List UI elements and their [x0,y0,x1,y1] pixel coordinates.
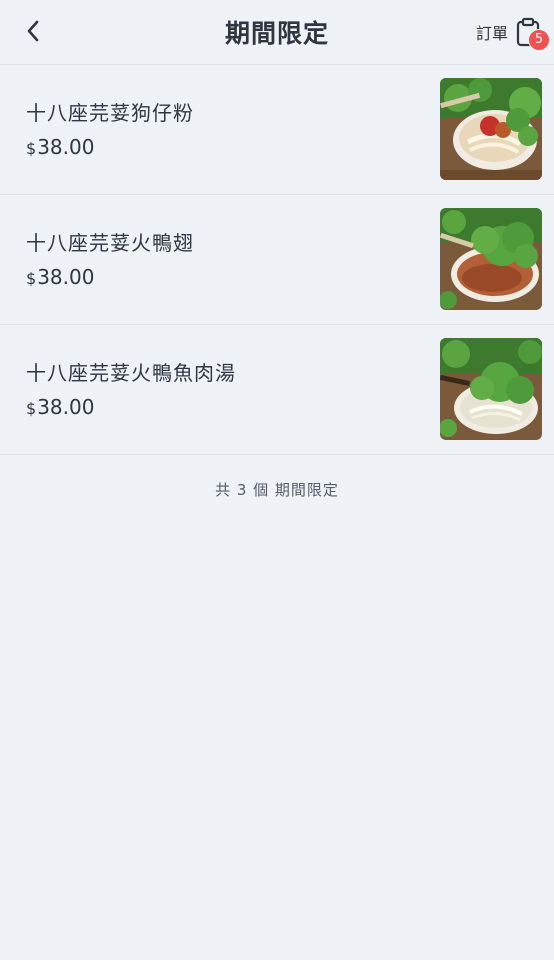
item-name: 十八座芫荽火鴨魚肉湯 [26,361,236,385]
order-button[interactable]: 訂單 5 [475,14,550,51]
order-count-badge: 5 [528,29,550,51]
currency-symbol: $ [26,139,37,158]
noodle-dish-image[interactable] [440,78,542,180]
item-price: $38.00 [26,265,94,289]
price-value: 38.00 [37,265,95,289]
currency-symbol: $ [26,399,37,418]
menu-item[interactable]: 十八座芫荽狗仔粉 $38.00 [0,65,554,195]
item-name: 十八座芫荽狗仔粉 [26,101,194,125]
price-value: 38.00 [37,395,95,419]
clipboard-icon-wrap[interactable]: 5 [516,17,550,51]
item-price: $38.00 [26,135,94,159]
fish-soup-dish-image[interactable] [440,338,542,440]
top-bar: 期間限定 訂單 5 [0,0,554,65]
page-title: 期間限定 [224,19,329,48]
item-count-text: 共 3 個 期間限定 [215,481,339,499]
price-value: 38.00 [37,135,95,159]
menu-item[interactable]: 十八座芫荽火鴨魚肉湯 $38.00 [0,325,554,455]
menu-item[interactable]: 十八座芫荽火鴨翅 $38.00 [0,195,554,325]
item-price: $38.00 [26,395,94,419]
order-label: 訂單 [475,24,508,43]
item-name: 十八座芫荽火鴨翅 [26,231,194,255]
currency-symbol: $ [26,269,37,288]
duck-wing-dish-image[interactable] [440,208,542,310]
